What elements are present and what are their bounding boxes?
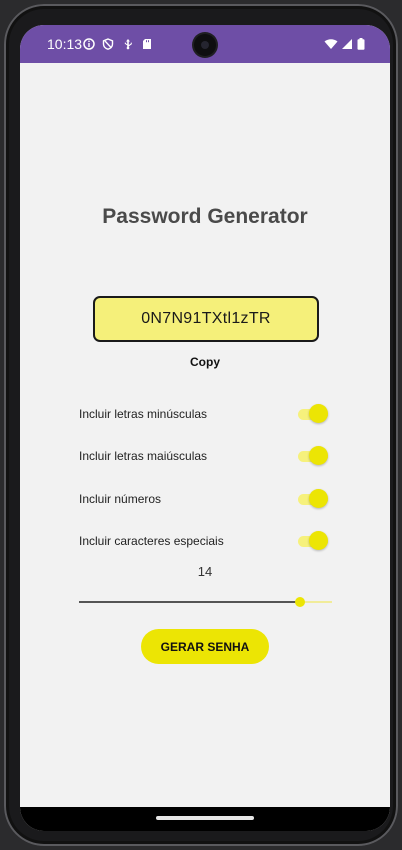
password-length-value: 14: [197, 564, 213, 579]
battery-icon: [357, 38, 365, 50]
length-slider[interactable]: [79, 592, 332, 612]
wifi-icon: [324, 39, 338, 49]
sd-card-icon: [143, 39, 151, 49]
home-indicator[interactable]: [156, 816, 254, 820]
toggle-thumb: [309, 446, 328, 465]
info-icon: [83, 38, 95, 50]
option-lowercase-label: Incluir letras minúsculas: [79, 407, 208, 421]
option-lowercase-toggle[interactable]: [296, 403, 330, 425]
signal-icon: [342, 39, 352, 49]
phone-frame: 10:13 Password Generator 0N7N91TXtl1zTR …: [4, 4, 398, 846]
status-time: 10:13: [47, 36, 83, 52]
option-uppercase-label: Incluir letras maiúsculas: [79, 449, 208, 463]
camera-cutout: [194, 34, 216, 56]
toggle-thumb: [309, 404, 328, 423]
option-uppercase-toggle[interactable]: [296, 445, 330, 467]
option-numbers-label: Incluir números: [79, 492, 162, 506]
status-bar: 10:13: [20, 25, 390, 63]
toggle-thumb: [309, 531, 328, 550]
option-numbers-toggle[interactable]: [296, 488, 330, 510]
toggle-thumb: [309, 489, 328, 508]
option-special-label: Incluir caracteres especiais: [79, 534, 224, 548]
shield-icon: [102, 38, 114, 50]
password-display: 0N7N91TXtl1zTR: [93, 296, 319, 342]
slider-active-track: [79, 601, 300, 603]
slider-thumb[interactable]: [295, 597, 305, 607]
option-special-toggle[interactable]: [296, 530, 330, 552]
screen: 10:13 Password Generator 0N7N91TXtl1zTR …: [20, 25, 390, 831]
usb-icon: [124, 39, 132, 50]
copy-button[interactable]: Copy: [20, 355, 390, 369]
page-title: Password Generator: [102, 205, 308, 228]
navigation-bar: [20, 807, 390, 831]
generate-password-button[interactable]: GERAR SENHA: [141, 629, 269, 664]
